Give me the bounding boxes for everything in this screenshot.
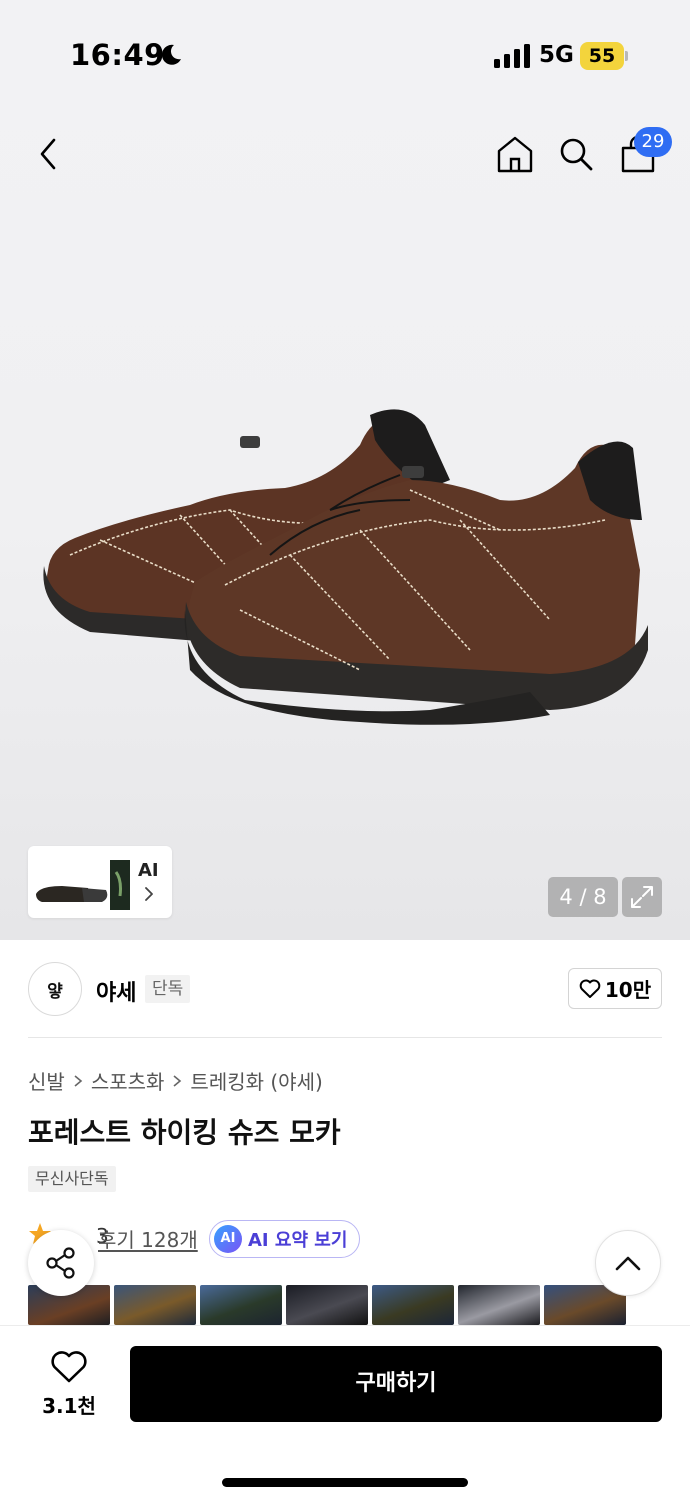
home-button[interactable] xyxy=(491,130,539,178)
review-photo-strip xyxy=(28,1285,690,1325)
musinsa-exclusive-tag: 무신사단독 xyxy=(28,1166,116,1192)
brand-logo[interactable]: 얗 xyxy=(28,962,82,1016)
top-nav xyxy=(0,110,690,200)
divider xyxy=(28,1037,662,1038)
ai-summary-label: AI 요약 보기 xyxy=(248,1230,348,1251)
review-photo[interactable] xyxy=(372,1285,454,1325)
heart-icon xyxy=(579,979,601,998)
chevron-right-icon xyxy=(145,887,153,901)
wishlist-count: 3.1천 xyxy=(42,1394,96,1418)
back-button[interactable] xyxy=(24,130,72,178)
heart-icon xyxy=(51,1351,87,1383)
product-gallery: 16:49 5G 55 29 AI 4 / 8 xyxy=(0,0,690,940)
chevron-right-icon xyxy=(173,1074,182,1087)
chevron-right-icon xyxy=(74,1074,83,1087)
search-button[interactable] xyxy=(552,130,600,178)
rating-row: 3 후기 128개 AI AI 요약 보기 xyxy=(28,1220,688,1260)
breadcrumb-item[interactable]: 스포츠화 xyxy=(91,1066,165,1095)
search-icon xyxy=(560,138,593,171)
breadcrumb: 신발 스포츠화 트레킹화 (야세) xyxy=(28,1066,323,1095)
battery-level: 55 xyxy=(588,45,616,67)
gallery-thumbnail xyxy=(32,850,132,914)
network-label: 5G xyxy=(539,42,574,68)
buy-button[interactable]: 구매하기 xyxy=(130,1346,662,1422)
brand-like-button[interactable]: 10만 xyxy=(568,968,662,1009)
review-photo[interactable] xyxy=(114,1285,196,1325)
chevron-left-icon xyxy=(40,138,56,170)
status-bar: 16:49 5G 55 xyxy=(0,0,690,110)
expand-icon xyxy=(631,886,653,908)
image-counter: 4 / 8 xyxy=(548,877,618,917)
brand-like-count: 10만 xyxy=(604,978,652,1002)
ai-label: AI xyxy=(138,860,159,881)
review-count-link[interactable]: 후기 128개 xyxy=(98,1224,198,1253)
breadcrumb-item[interactable]: 신발 xyxy=(28,1066,65,1095)
status-time: 16:49 xyxy=(70,38,165,72)
scroll-top-button[interactable] xyxy=(595,1230,661,1296)
expand-button[interactable] xyxy=(622,877,662,917)
moon-icon xyxy=(161,44,181,65)
product-image[interactable] xyxy=(30,370,660,750)
product-title: 포레스트 하이킹 슈즈 모카 xyxy=(28,1116,341,1149)
cart-count-badge: 29 xyxy=(634,127,672,157)
signal-icon xyxy=(494,44,530,68)
ai-gallery-entry[interactable]: AI xyxy=(28,846,172,918)
ai-badge-icon: AI xyxy=(214,1225,242,1253)
brand-name[interactable]: 야세 xyxy=(96,975,136,1007)
ai-summary-button[interactable]: AI AI 요약 보기 xyxy=(209,1220,361,1258)
chevron-up-icon xyxy=(615,1256,641,1271)
brand-exclusive-tag: 단독 xyxy=(145,975,191,1003)
bottom-action-bar: 3.1천 구매하기 xyxy=(0,1325,690,1500)
review-photo[interactable] xyxy=(286,1285,368,1325)
wishlist-button[interactable]: 3.1천 xyxy=(28,1350,110,1420)
home-indicator xyxy=(222,1478,468,1487)
review-photo[interactable] xyxy=(200,1285,282,1325)
share-button[interactable] xyxy=(28,1230,94,1296)
battery-indicator: 55 xyxy=(580,42,628,70)
share-icon xyxy=(46,1247,75,1279)
home-icon xyxy=(497,136,533,173)
breadcrumb-item[interactable]: 트레킹화 (야세) xyxy=(190,1066,322,1095)
review-photo[interactable] xyxy=(458,1285,540,1325)
